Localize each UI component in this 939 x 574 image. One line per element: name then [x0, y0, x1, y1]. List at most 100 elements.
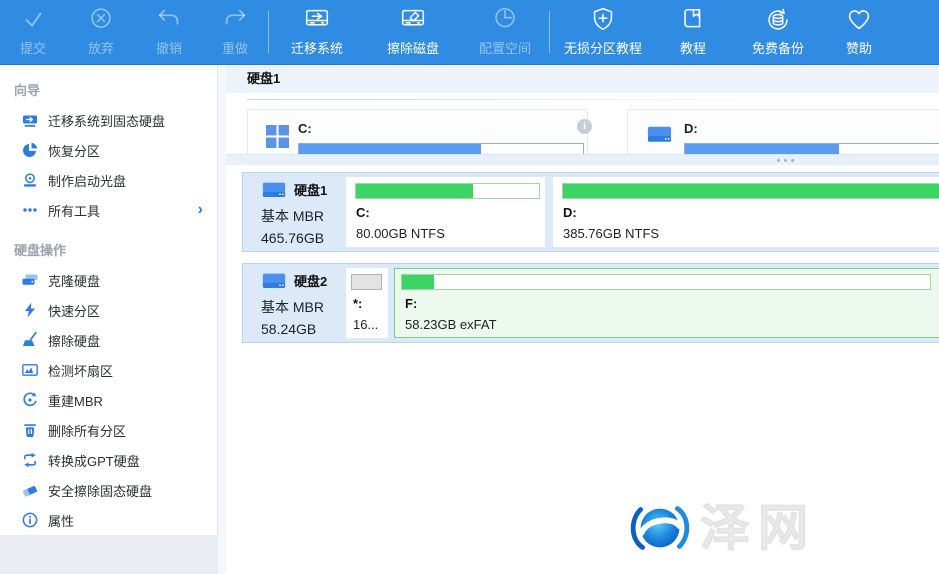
partition-detail: 385.76GB NTFS: [563, 226, 659, 241]
sidebar-item-label: 制作启动光盘: [48, 171, 126, 190]
sidebar-item-wipe-hard-drive[interactable]: 擦除硬盘: [0, 325, 217, 355]
donate-button[interactable]: 赞助: [826, 0, 892, 64]
toolbar-item-label: 配置空间: [479, 38, 531, 57]
trash-icon: [22, 422, 38, 438]
partition-block-unformatted[interactable]: *: 16...: [346, 268, 388, 338]
partition-block-c[interactable]: C: 80.00GB NTFS: [346, 177, 545, 247]
wipe-disk-button[interactable]: 擦除磁盘: [365, 0, 461, 64]
toolbar-item-label: 教程: [680, 38, 706, 57]
sidebar-item-delete-all-partitions[interactable]: 删除所有分区: [0, 415, 217, 445]
disk-row-2[interactable]: 硬盘2 基本 MBR 58.24GB *: 16... F: 58.23GB e…: [242, 263, 939, 343]
discard-button[interactable]: 放弃: [66, 0, 136, 64]
ellipsis-icon: [22, 202, 38, 218]
cancel-circle-icon: [86, 5, 116, 35]
partition-label: D:: [563, 205, 577, 220]
sidebar-item-label: 擦除硬盘: [48, 331, 100, 350]
sidebar-item-label: 检测坏扇区: [48, 361, 113, 380]
sidebar-main-divider: [218, 65, 226, 574]
bad-sector-wave-icon: [22, 362, 38, 378]
sidebar-item-label: 删除所有分区: [48, 421, 126, 440]
splitter-handle[interactable]: [226, 154, 939, 165]
info-circle-icon: [22, 512, 38, 528]
partition-tutorial-button[interactable]: 无损分区教程: [550, 0, 656, 64]
sidebar-item-secure-erase-ssd[interactable]: 安全擦除固态硬盘: [0, 475, 217, 505]
check-icon: [18, 5, 48, 35]
rebuild-refresh-icon: [22, 392, 38, 408]
partition-detail: 80.00GB NTFS: [356, 226, 445, 241]
splitter-grip-icon: [777, 159, 794, 162]
sidebar-item-label: 转换成GPT硬盘: [48, 451, 140, 470]
disk-type: 基本 MBR: [261, 206, 347, 226]
watermark: 泽网: [628, 496, 816, 560]
partition-label: *:: [353, 296, 362, 311]
allocate-space-button[interactable]: 配置空间: [461, 0, 549, 64]
sidebar-item-label: 迁移系统到固态硬盘: [48, 111, 165, 130]
sidebar-item-properties[interactable]: 属性: [0, 505, 217, 535]
sidebar-item-label: 安全擦除固态硬盘: [48, 481, 152, 500]
sidebar-item-label: 快速分区: [48, 301, 100, 320]
submit-button[interactable]: 提交: [0, 0, 66, 64]
toolbar-item-label: 提交: [20, 38, 46, 57]
volume-label: C:: [298, 121, 312, 136]
sidebar-item-rebuild-mbr[interactable]: 重建MBR: [0, 385, 217, 415]
partition-usage-bar: [351, 274, 382, 290]
toolbar-item-label: 迁移系统: [291, 38, 343, 57]
partition-usage-bar: [401, 274, 931, 290]
book-icon: [678, 5, 708, 35]
hard-drive-icon: [646, 125, 673, 144]
disk-info: 硬盘1 基本 MBR 465.76GB: [261, 180, 347, 246]
undo-button[interactable]: 撤销: [136, 0, 202, 64]
partition-usage-fill: [356, 184, 473, 198]
chevron-right-icon: ›: [198, 202, 217, 218]
migrate-os-icon: [302, 5, 332, 35]
hard-drive-icon: [261, 272, 287, 290]
sidebar-item-label: 恢复分区: [48, 141, 100, 160]
migrate-os-button[interactable]: 迁移系统: [269, 0, 365, 64]
allocate-space-icon: [490, 5, 520, 35]
tutorial-button[interactable]: 教程: [656, 0, 730, 64]
partition-detail: 16...: [353, 317, 378, 332]
partition-label: F:: [405, 296, 417, 311]
wipe-disk-icon: [398, 5, 428, 35]
sidebar-section-disk-ops: 硬盘操作: [0, 237, 217, 265]
sidebar: 向导 迁移系统到固态硬盘 恢复分区 制作启动光盘 所有工具 › 硬盘操作 克隆硬…: [0, 65, 218, 535]
backup-icon: [763, 5, 793, 35]
bootable-disc-icon: [22, 172, 38, 188]
partition-usage-fill: [563, 184, 939, 198]
sidebar-item-label: 重建MBR: [48, 391, 103, 410]
disk-row-1[interactable]: 硬盘1 基本 MBR 465.76GB C: 80.00GB NTFS D: 3…: [242, 172, 939, 252]
toolbar-item-label: 赞助: [846, 38, 872, 57]
broom-icon: [22, 332, 38, 348]
sidebar-section-wizard: 向导: [0, 77, 217, 105]
partition-detail: 58.23GB exFAT: [405, 317, 497, 332]
sidebar-item-recover-partition[interactable]: 恢复分区: [0, 135, 217, 165]
redo-button[interactable]: 重做: [202, 0, 268, 64]
toolbar-item-label: 放弃: [88, 38, 114, 57]
migrate-disk-icon: [22, 112, 38, 128]
free-backup-button[interactable]: 免费备份: [730, 0, 826, 64]
main-panel: 硬盘1 C: i D: 硬盘1 基本: [226, 65, 939, 574]
sidebar-item-all-tools[interactable]: 所有工具 ›: [0, 195, 217, 225]
info-icon[interactable]: i: [577, 119, 592, 134]
sidebar-item-make-bootable-media[interactable]: 制作启动光盘: [0, 165, 217, 195]
header-divider: [247, 99, 827, 100]
clone-disk-icon: [22, 272, 38, 288]
pie-recover-icon: [22, 142, 38, 158]
sidebar-item-migrate-to-ssd[interactable]: 迁移系统到固态硬盘: [0, 105, 217, 135]
disk-type: 基本 MBR: [261, 297, 347, 317]
eraser-icon: [22, 482, 38, 498]
toolbar-item-label: 擦除磁盘: [387, 38, 439, 57]
partition-block-d[interactable]: D: 385.76GB NTFS: [553, 177, 939, 247]
partition-usage-bar: [355, 183, 540, 199]
lightning-icon: [22, 302, 38, 318]
disk-tab-header: 硬盘1: [226, 65, 939, 93]
sidebar-item-check-bad-sectors[interactable]: 检测坏扇区: [0, 355, 217, 385]
toolbar-item-label: 免费备份: [752, 38, 804, 57]
sidebar-item-quick-partition[interactable]: 快速分区: [0, 295, 217, 325]
hard-drive-icon: [261, 181, 287, 199]
redo-icon: [220, 5, 250, 35]
sidebar-item-clone-disk[interactable]: 克隆硬盘: [0, 265, 217, 295]
sidebar-item-convert-to-gpt[interactable]: 转换成GPT硬盘: [0, 445, 217, 475]
partition-block-f-selected[interactable]: F: 58.23GB exFAT: [394, 268, 939, 338]
toolbar-item-label: 无损分区教程: [564, 38, 642, 57]
